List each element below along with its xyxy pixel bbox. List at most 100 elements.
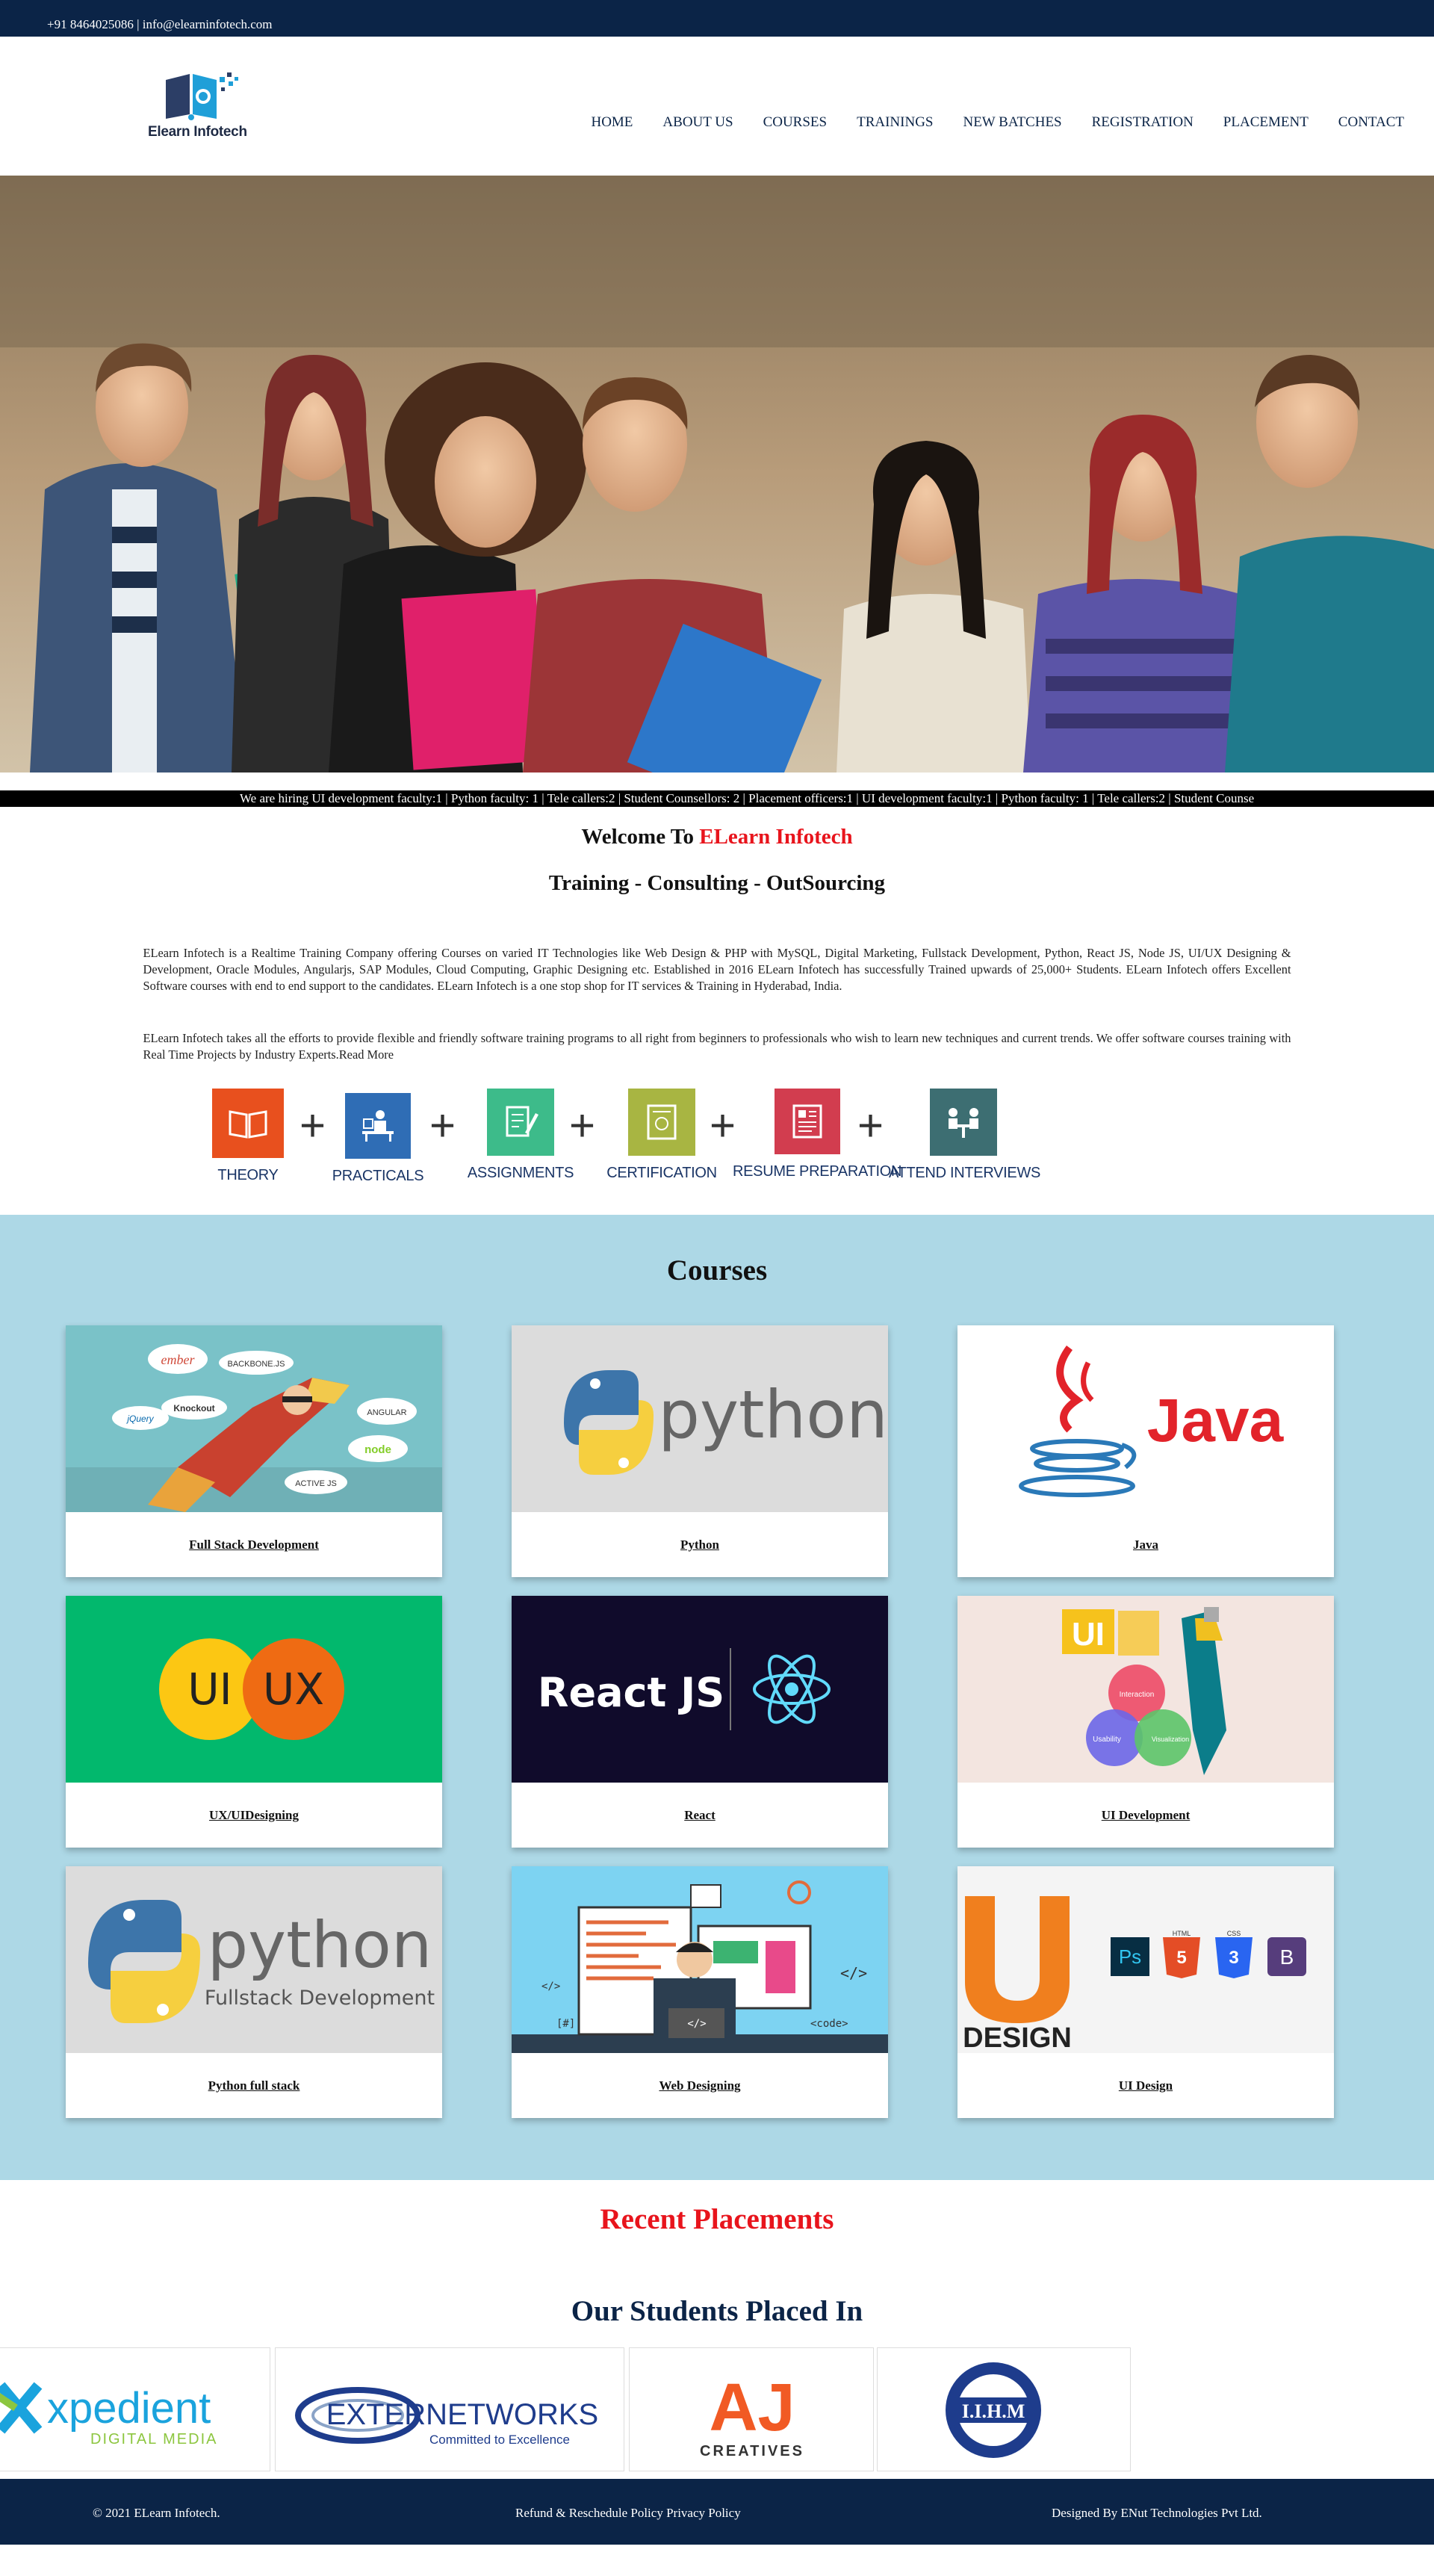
aj-sub: CREATIVES <box>700 2443 804 2459</box>
ui-text: UI <box>187 1664 232 1715</box>
course-title[interactable]: Full Stack Development <box>66 1512 442 1577</box>
course-title[interactable]: UX/UIDesigning <box>66 1783 442 1848</box>
course-card-python[interactable]: python Python <box>512 1325 888 1577</box>
bootstrap-icon: B <box>1280 1945 1294 1969</box>
book-icon <box>212 1089 284 1158</box>
course-title[interactable]: UI Development <box>957 1783 1334 1848</box>
course-card-ui-design[interactable]: DESIGN Ps 5 HTML 3 CSS B UI Design <box>957 1866 1334 2118</box>
edit-document-icon <box>487 1089 554 1156</box>
desk-icon <box>345 1093 411 1159</box>
course-card-ui-development[interactable]: UI Interaction Usability Visualization U… <box>957 1596 1334 1848</box>
course-image: python <box>512 1325 888 1512</box>
site-header: Elearn Infotech HOME ABOUT US COURSES TR… <box>0 37 1434 176</box>
externetworks-tagline: Committed to Excellence <box>429 2433 570 2447</box>
intro-text: ELearn Infotech is a Realtime Training C… <box>143 896 1291 1063</box>
externetworks-wordmark: EXTERNETWORKS <box>326 2398 598 2431</box>
ux-text: UX <box>263 1664 324 1715</box>
knockout-logo: Knockout <box>173 1403 214 1414</box>
course-title[interactable]: Java <box>957 1512 1334 1577</box>
xpedient-sub: DIGITAL MEDIA <box>90 2431 217 2447</box>
visualization-label: Visualization <box>1152 1736 1189 1743</box>
course-card-web-designing[interactable]: </> </> </> [#] <code> Web Designing <box>512 1866 888 2118</box>
node-logo: node <box>364 1443 391 1456</box>
interaction-label: Interaction <box>1120 1691 1155 1699</box>
course-title[interactable]: Python <box>512 1512 888 1577</box>
course-image: python Fullstack Development <box>66 1866 442 2053</box>
nav-home[interactable]: HOME <box>576 114 648 131</box>
python-wordmark: python <box>658 1376 888 1453</box>
course-title[interactable]: React <box>512 1783 888 1848</box>
html-label: HTML <box>1173 1930 1191 1937</box>
logo-mark-icon <box>166 72 238 120</box>
process-label: PRACTICALS <box>332 1168 424 1184</box>
plus-icon: + <box>710 1100 736 1151</box>
resume-icon <box>775 1089 840 1154</box>
course-image: UI UX <box>66 1596 442 1783</box>
nav-contact[interactable]: CONTACT <box>1323 114 1419 131</box>
course-title[interactable]: UI Design <box>957 2053 1334 2118</box>
welcome-section: Welcome To ELearn Infotech Training - Co… <box>0 807 1434 896</box>
tag-symbol-right: </> <box>840 1964 867 1982</box>
welcome-tagline: Training - Consulting - OutSourcing <box>548 871 886 895</box>
java-wordmark: Java <box>1147 1387 1285 1455</box>
hash-symbol: [#] <box>556 2018 575 2030</box>
nav-about[interactable]: ABOUT US <box>648 114 748 131</box>
recent-placements-title: Recent Placements <box>600 2203 834 2235</box>
usability-label: Usability <box>1093 1736 1121 1744</box>
nav-registration[interactable]: REGISTRATION <box>1077 114 1208 131</box>
code-tag-small: </> <box>687 2018 706 2030</box>
course-card-ux-ui[interactable]: UI UX UX/UIDesigning <box>66 1596 442 1848</box>
logo-iihm[interactable]: I.I.H.M <box>877 2347 1131 2471</box>
course-card-full-stack[interactable]: ember BACKBONE.JS Knockout jQuery ANGULA… <box>66 1325 442 1577</box>
footer-policy-links[interactable]: Refund & Reschedule Policy Privacy Polic… <box>515 2506 741 2521</box>
logo-externetworks[interactable]: EXTERNETWORKS Committed to Excellence <box>275 2347 624 2471</box>
course-image: </> </> </> [#] <code> <box>512 1866 888 2053</box>
process-label: CERTIFICATION <box>606 1165 717 1181</box>
photoshop-icon: Ps <box>1119 1945 1141 1968</box>
xpedient-wordmark: xpedient <box>47 2384 211 2433</box>
logo-text: Elearn Infotech <box>148 124 247 140</box>
tag-symbol-left: </> <box>541 1981 560 1993</box>
course-title[interactable]: Python full stack <box>66 2053 442 2118</box>
logo-xpedient[interactable]: xpedient DIGITAL MEDIA <box>0 2347 270 2471</box>
top-contact-bar: +91 8464025086 | info@elearninfotech.com <box>0 0 1434 37</box>
course-image: UI Interaction Usability Visualization <box>957 1596 1334 1783</box>
course-image: ember BACKBONE.JS Knockout jQuery ANGULA… <box>66 1325 442 1512</box>
nav-courses[interactable]: COURSES <box>748 114 842 131</box>
logo-aj-creatives[interactable]: AJ CREATIVES <box>629 2347 874 2471</box>
course-card-react[interactable]: React JS React <box>512 1596 888 1848</box>
design-wordmark: DESIGN <box>963 2022 1072 2053</box>
svg-text:5: 5 <box>1176 1948 1186 1968</box>
jquery-logo: jQuery <box>125 1414 154 1424</box>
course-image: Java <box>957 1325 1334 1512</box>
process-label: RESUME PREPARATION <box>733 1163 902 1180</box>
process-label: THEORY <box>217 1167 279 1183</box>
footer-copyright: © 2021 ELearn Infotech. <box>93 2506 220 2520</box>
welcome-heading: Welcome To ELearn Infotech <box>0 825 1434 849</box>
process-label: ATTEND INTERVIEWS <box>889 1165 1041 1181</box>
active-js-logo: ACTIVE JS <box>295 1479 337 1488</box>
css-label: CSS <box>1227 1930 1241 1937</box>
course-card-java[interactable]: Java Java <box>957 1325 1334 1577</box>
course-image: DESIGN Ps 5 HTML 3 CSS B <box>957 1866 1334 2053</box>
contact-info[interactable]: +91 8464025086 | info@elearninfotech.com <box>47 17 273 31</box>
nav-new-batches[interactable]: NEW BATCHES <box>948 114 1076 131</box>
students-group-photo <box>0 176 1434 773</box>
nav-placement[interactable]: PLACEMENT <box>1208 114 1323 131</box>
main-nav: HOME ABOUT US COURSES TRAININGS NEW BATC… <box>576 114 1419 131</box>
svg-text:3: 3 <box>1229 1948 1238 1968</box>
courses-title: Courses <box>666 1254 768 1287</box>
footer-designer[interactable]: Designed By ENut Technologies Pvt Ltd. <box>1052 2506 1262 2521</box>
course-title[interactable]: Web Designing <box>512 2053 888 2118</box>
process-label: ASSIGNMENTS <box>467 1165 574 1181</box>
python-wordmark: python <box>208 1908 432 1983</box>
plus-icon: + <box>857 1100 884 1151</box>
company-logo-carousel: xpedient DIGITAL MEDIA EXTERNETWORKS Com… <box>0 2347 1434 2471</box>
react-wordmark: React JS <box>538 1669 724 1716</box>
course-card-python-full-stack[interactable]: python Fullstack Development Python full… <box>66 1866 442 2118</box>
placed-in-title: Our Students Placed In <box>571 2295 863 2327</box>
welcome-brand: ELearn Infotech <box>699 825 853 849</box>
backbone-logo: BACKBONE.JS <box>227 1360 285 1369</box>
site-logo[interactable]: Elearn Infotech <box>148 69 256 144</box>
nav-trainings[interactable]: TRAININGS <box>842 114 948 131</box>
